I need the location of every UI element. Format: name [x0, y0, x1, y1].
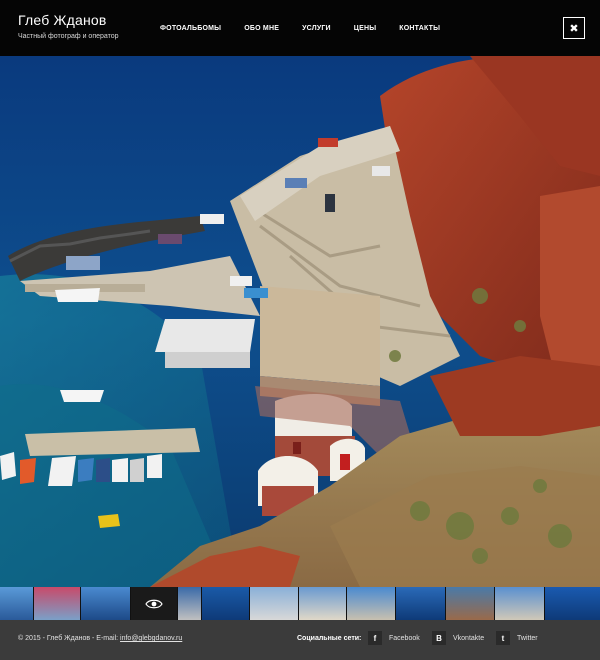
main-nav: ФОТОАЛЬБОМЫ ОБО МНЕ УСЛУГИ ЦЕНЫ КОНТАКТЫ	[160, 25, 463, 32]
brand[interactable]: Глеб Жданов Частный фотограф и оператор	[18, 12, 119, 40]
nav-item-albums[interactable]: ФОТОАЛЬБОМЫ	[160, 25, 221, 32]
site-header: Глеб Жданов Частный фотограф и оператор …	[0, 0, 600, 56]
thumbnail[interactable]	[178, 587, 202, 620]
thumbnail-strip	[0, 587, 600, 620]
thumbnail[interactable]	[545, 587, 600, 620]
site-title[interactable]: Глеб Жданов	[18, 12, 119, 28]
nav-item-prices[interactable]: ЦЕНЫ	[354, 25, 377, 32]
hero-image	[0, 56, 600, 587]
vk-icon: B	[432, 631, 446, 645]
thumbnail-active[interactable]	[131, 587, 178, 620]
thumbnail[interactable]	[299, 587, 347, 620]
close-button[interactable]: ✖	[563, 17, 585, 39]
vkontakte-link[interactable]: B Vkontakte	[432, 631, 484, 645]
twitter-icon: t	[496, 631, 510, 645]
facebook-label: Facebook	[389, 634, 420, 642]
thumbnail[interactable]	[0, 587, 34, 620]
vkontakte-label: Vkontakte	[453, 634, 485, 642]
copyright-text: © 2015 - Глеб Жданов - E-mail:	[18, 635, 119, 642]
site-footer: © 2015 - Глеб Жданов - E-mail: info@gleb…	[0, 620, 600, 660]
twitter-link[interactable]: t Twitter	[496, 631, 538, 645]
nav-item-contacts[interactable]: КОНТАКТЫ	[399, 25, 440, 32]
nav-item-about[interactable]: ОБО МНЕ	[244, 25, 279, 32]
thumbnail[interactable]	[347, 587, 396, 620]
eye-icon	[145, 599, 163, 608]
social-label: Социальные сети:	[297, 635, 362, 642]
close-icon: ✖	[569, 22, 579, 35]
facebook-link[interactable]: f Facebook	[368, 631, 420, 645]
thumbnail[interactable]	[495, 587, 545, 620]
thumbnail[interactable]	[81, 587, 131, 620]
facebook-icon: f	[368, 631, 382, 645]
nav-item-services[interactable]: УСЛУГИ	[302, 25, 331, 32]
thumbnail[interactable]	[250, 587, 299, 620]
thumbnail[interactable]	[446, 587, 495, 620]
thumbnail[interactable]	[396, 587, 446, 620]
hero-photo	[0, 56, 600, 587]
thumbnail[interactable]	[34, 587, 81, 620]
site-subtitle: Частный фотограф и оператор	[18, 33, 119, 40]
thumbnail[interactable]	[202, 587, 250, 620]
twitter-label: Twitter	[517, 634, 538, 642]
copyright: © 2015 - Глеб Жданов - E-mail: info@gleb…	[18, 635, 182, 642]
email-link[interactable]: info@glebgdanov.ru	[120, 635, 182, 642]
